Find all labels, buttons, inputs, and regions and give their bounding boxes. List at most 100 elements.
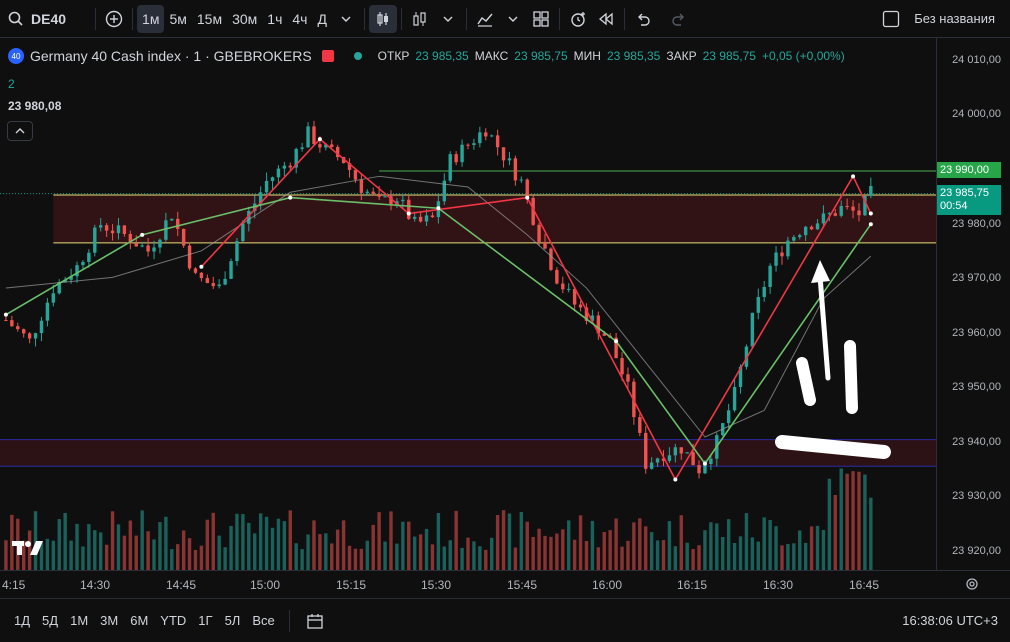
- candle-body: [401, 199, 405, 202]
- legend-title[interactable]: Germany 40 Cash index · 1 · GBEBROKERS: [30, 48, 312, 64]
- goto-date-button[interactable]: [306, 612, 324, 630]
- interval-5m[interactable]: 5м: [164, 5, 191, 33]
- candle-body: [10, 320, 14, 327]
- volume-bar: [525, 521, 529, 570]
- close-label: ЗАКР: [666, 49, 697, 63]
- range-3m[interactable]: 3М: [100, 613, 118, 628]
- range-1m[interactable]: 1М: [70, 613, 88, 628]
- pivot-point: [851, 174, 856, 179]
- layout-name-button[interactable]: Без названия: [877, 5, 1000, 33]
- interval-30m[interactable]: 30м: [227, 5, 262, 33]
- candle-body: [187, 245, 192, 269]
- range-5y[interactable]: 5Л: [225, 613, 241, 628]
- volume-bar: [306, 534, 310, 570]
- replay-button[interactable]: [592, 5, 620, 33]
- volume-bar: [478, 546, 482, 570]
- candles-icon: [377, 11, 388, 26]
- last-price-tag[interactable]: 23 985,75 00:54: [937, 185, 1001, 215]
- range-1y[interactable]: 1Г: [198, 613, 212, 628]
- level-price-tag[interactable]: 23 990,00: [937, 162, 1001, 178]
- volume-bar: [164, 516, 168, 570]
- candle-body: [460, 144, 464, 163]
- interval-15m[interactable]: 15м: [192, 5, 227, 33]
- candle-body: [821, 213, 826, 224]
- high-label: МАКС: [474, 49, 509, 63]
- studies-dropdown[interactable]: [499, 5, 527, 33]
- collapse-legend-button[interactable]: [7, 121, 33, 141]
- candle-body: [16, 326, 20, 330]
- candle-body: [626, 374, 630, 382]
- candle-body: [484, 132, 488, 137]
- candle-body: [99, 225, 103, 228]
- layouts-button[interactable]: [527, 5, 555, 33]
- candle-body: [679, 447, 683, 454]
- volume-bar: [365, 540, 369, 570]
- flag-icon[interactable]: [321, 50, 334, 62]
- volume-bar: [626, 540, 630, 570]
- range-ytd[interactable]: YTD: [160, 613, 186, 628]
- volume-bar: [57, 519, 61, 570]
- price-label: 23 930,00: [952, 490, 1001, 502]
- interval-1h[interactable]: 1ч: [262, 5, 287, 33]
- candles-chart-type-button[interactable]: [368, 4, 397, 33]
- chart-type-dropdown[interactable]: [434, 5, 462, 33]
- candle-body: [833, 213, 837, 216]
- tradingview-logo[interactable]: [12, 538, 44, 561]
- grid-icon: [533, 10, 549, 27]
- interval-dropdown[interactable]: [332, 5, 360, 33]
- candle-body: [193, 268, 198, 273]
- candle-body: [750, 312, 755, 347]
- interval-1d[interactable]: Д: [312, 5, 331, 33]
- bottom-toolbar: 1Д 5Д 1М 3М 6М YTD 1Г 5Л Все 16:38:06 UT…: [0, 598, 1010, 642]
- candle-body: [424, 215, 429, 222]
- open-label: ОТКР: [377, 49, 410, 63]
- range-5d[interactable]: 5Д: [42, 613, 58, 628]
- price-chart[interactable]: [0, 38, 936, 570]
- undo-icon: [637, 13, 650, 26]
- volume-bar: [335, 529, 340, 570]
- symbol-search-button[interactable]: DE40: [2, 5, 71, 33]
- interval-4h[interactable]: 4ч: [287, 5, 312, 33]
- drawn-arrow-head: [811, 260, 830, 283]
- studies-button[interactable]: [471, 5, 499, 33]
- alert-button[interactable]: [564, 5, 592, 33]
- volume-bar: [715, 523, 719, 570]
- undo-button[interactable]: [629, 5, 657, 33]
- volume-bar: [839, 468, 843, 570]
- volume-bar: [549, 536, 553, 570]
- clock-timezone[interactable]: 16:38:06 UTC+3: [902, 613, 998, 628]
- time-axis[interactable]: 4:15 14:30 14:45 15:00 15:15 15:30 15:45…: [0, 570, 1010, 599]
- pivot-point: [3, 312, 8, 317]
- candle-body: [359, 179, 364, 193]
- candle-body: [667, 455, 672, 461]
- candle-body: [176, 218, 180, 229]
- pivot-point: [614, 339, 619, 344]
- divider: [95, 7, 97, 30]
- candle-body: [567, 288, 571, 290]
- volume-bar: [649, 532, 654, 570]
- range-6m[interactable]: 6М: [130, 613, 148, 628]
- volume-bar: [655, 540, 660, 570]
- price-axis[interactable]: 24 010,00 24 000,00 23 980,00 23 970,00 …: [936, 38, 1010, 570]
- compare-add-button[interactable]: [100, 5, 128, 33]
- range-1d[interactable]: 1Д: [14, 613, 30, 628]
- candle-body: [578, 304, 583, 308]
- axis-settings-button[interactable]: [964, 576, 980, 595]
- volume-bar: [359, 548, 364, 570]
- plus-circle-icon: [105, 10, 123, 27]
- low-value: 23 985,35: [606, 49, 661, 63]
- volume-bar: [750, 537, 755, 570]
- volume-bar: [857, 471, 861, 570]
- range-all[interactable]: Все: [252, 613, 274, 628]
- indicators-button[interactable]: [406, 5, 434, 33]
- candle-body: [839, 206, 843, 216]
- drawn-mark-right: [844, 340, 858, 414]
- volume-bar: [436, 513, 441, 570]
- volume-bar: [93, 530, 97, 570]
- volume-bar: [104, 544, 109, 570]
- redo-button[interactable]: [665, 5, 693, 33]
- candle-body: [270, 177, 275, 181]
- chart-pane[interactable]: [0, 38, 936, 570]
- interval-1m[interactable]: 1м: [137, 4, 165, 33]
- volume-bar: [798, 530, 802, 570]
